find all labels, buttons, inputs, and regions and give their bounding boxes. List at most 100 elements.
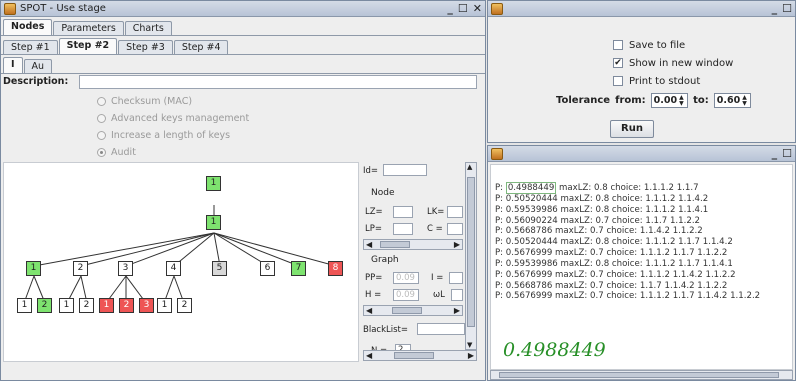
spot-use-stage-window: SPOT - Use stage _ ☐ ✕ Nodes Parameters … bbox=[0, 0, 486, 381]
result-line: P: 0.59539986 maxLZ: 0.8 choice: 1.1.1.2… bbox=[495, 258, 733, 269]
i-field[interactable] bbox=[449, 272, 463, 284]
save-to-file-checkbox[interactable]: Save to file bbox=[613, 36, 733, 54]
result-rest: maxLZ: 0.8 choice: 1.1.1.2 1.1.7 bbox=[556, 183, 699, 193]
lz-field[interactable] bbox=[393, 206, 413, 218]
tab-step-1[interactable]: Step #1 bbox=[3, 40, 58, 54]
h-field[interactable]: 0.09 bbox=[393, 289, 419, 301]
tree-node[interactable]: 2 bbox=[37, 298, 52, 313]
scroll-thumb[interactable] bbox=[394, 352, 434, 359]
tab-charts[interactable]: Charts bbox=[124, 21, 172, 35]
checkbox-icon bbox=[613, 76, 623, 86]
lk-field[interactable] bbox=[447, 206, 463, 218]
scroll-right-icon[interactable]: ▶ bbox=[454, 306, 460, 315]
tab-au[interactable]: Au bbox=[23, 59, 53, 73]
scroll-left-icon[interactable]: ◀ bbox=[366, 240, 372, 249]
scroll-right-icon[interactable]: ▶ bbox=[454, 240, 460, 249]
h-label: H = bbox=[365, 290, 382, 300]
tree-node[interactable]: 2 bbox=[79, 298, 94, 313]
from-spinner[interactable]: 0.00 ▲ ▼ bbox=[650, 93, 689, 108]
tree-node[interactable]: 2 bbox=[119, 298, 134, 313]
to-spinner[interactable]: 0.60 ▲ ▼ bbox=[713, 93, 752, 108]
tree-canvas: 1 1 1 2 3 4 5 6 7 8 1 2 1 2 1 2 3 1 2 bbox=[3, 162, 359, 362]
tree-node[interactable]: 2 bbox=[177, 298, 192, 313]
node-group-label: Node bbox=[371, 188, 395, 198]
tree-node[interactable]: 7 bbox=[291, 261, 306, 276]
title-bar: _ ☐ bbox=[488, 146, 795, 162]
radio-checksum[interactable]: Checksum (MAC) bbox=[97, 93, 249, 110]
radio-advanced-keys[interactable]: Advanced keys management bbox=[97, 110, 249, 127]
tolerance-label: Tolerance bbox=[556, 95, 611, 106]
checkbox-label: Save to file bbox=[629, 39, 686, 51]
tree-node-level1[interactable]: 1 bbox=[206, 215, 221, 230]
scroll-up-icon[interactable]: ▲ bbox=[467, 163, 472, 171]
tree-node[interactable]: 1 bbox=[17, 298, 32, 313]
maximize-icon[interactable]: ☐ bbox=[782, 2, 792, 15]
title-bar: _ ☐ bbox=[488, 1, 795, 17]
scroll-thumb[interactable] bbox=[392, 307, 422, 314]
scroll-right-icon[interactable]: ▶ bbox=[468, 351, 474, 360]
scroll-thumb[interactable] bbox=[499, 372, 779, 378]
close-icon[interactable]: ✕ bbox=[473, 2, 482, 15]
sub-panel: Description: Checksum (MAC) Advanced key… bbox=[1, 73, 485, 363]
tab-nodes[interactable]: Nodes bbox=[3, 19, 53, 35]
pp-field[interactable]: 0.09 bbox=[393, 272, 419, 284]
tab-step-4[interactable]: Step #4 bbox=[173, 40, 229, 54]
tree-node[interactable]: 1 bbox=[99, 298, 114, 313]
java-icon bbox=[491, 2, 503, 15]
minimize-icon[interactable]: _ bbox=[772, 2, 778, 15]
tab-step-2[interactable]: Step #2 bbox=[58, 38, 118, 54]
scroll-down-icon[interactable]: ▼ bbox=[467, 341, 472, 349]
id-field[interactable] bbox=[383, 164, 427, 176]
tree-node[interactable]: 2 bbox=[73, 261, 88, 276]
tab-step-3[interactable]: Step #3 bbox=[118, 40, 173, 54]
scroll-left-icon[interactable]: ◀ bbox=[366, 306, 372, 315]
maximize-icon[interactable]: ☐ bbox=[782, 147, 792, 160]
result-line: P: 0.5668786 maxLZ: 0.7 choice: 1.1.4.2 … bbox=[495, 226, 703, 237]
id-label: Id= bbox=[363, 166, 379, 176]
omega-field[interactable] bbox=[451, 289, 463, 301]
c-field[interactable] bbox=[447, 223, 463, 235]
description-input[interactable] bbox=[79, 75, 477, 89]
graph-hscrollbar[interactable]: ◀ ▶ bbox=[363, 305, 463, 316]
results-hscrollbar[interactable] bbox=[490, 370, 793, 380]
scroll-left-icon[interactable]: ◀ bbox=[366, 351, 372, 360]
spin-down-icon[interactable]: ▼ bbox=[679, 100, 685, 107]
lp-field[interactable] bbox=[393, 223, 413, 235]
radio-label: Checksum (MAC) bbox=[111, 96, 193, 107]
minimize-icon[interactable]: _ bbox=[447, 2, 453, 15]
run-button[interactable]: Run bbox=[610, 120, 654, 138]
show-in-new-window-checkbox[interactable]: ✔ Show in new window bbox=[613, 54, 733, 72]
window-title: SPOT - Use stage bbox=[20, 3, 106, 14]
properties-hscrollbar[interactable]: ◀ ▶ bbox=[363, 350, 477, 361]
scroll-thumb[interactable] bbox=[380, 241, 410, 248]
from-value[interactable]: 0.00 bbox=[654, 95, 677, 106]
properties-vscrollbar[interactable]: ▲ ▼ bbox=[465, 162, 477, 350]
tree-node[interactable]: 3 bbox=[118, 261, 133, 276]
tree-node[interactable]: 4 bbox=[166, 261, 181, 276]
to-label: to: bbox=[693, 95, 709, 106]
tree-node[interactable]: 3 bbox=[139, 298, 154, 313]
result-line: P: 0.5676999 maxLZ: 0.7 choice: 1.1.1.2 … bbox=[495, 269, 736, 280]
radio-audit[interactable]: Audit bbox=[97, 144, 249, 161]
result-line: P: 0.5676999 maxLZ: 0.7 choice: 1.1.1.2 … bbox=[495, 248, 728, 259]
tree-node[interactable]: 6 bbox=[260, 261, 275, 276]
tree-node[interactable]: 8 bbox=[328, 261, 343, 276]
to-value[interactable]: 0.60 bbox=[717, 95, 740, 106]
tree-node[interactable]: 1 bbox=[59, 298, 74, 313]
tab-i[interactable]: I bbox=[3, 57, 23, 73]
results-window: _ ☐ P: 0.4988449 maxLZ: 0.8 choice: 1.1.… bbox=[487, 145, 796, 381]
tree-node-root[interactable]: 1 bbox=[206, 176, 221, 191]
spin-down-icon[interactable]: ▼ bbox=[742, 100, 748, 107]
node-hscrollbar[interactable]: ◀ ▶ bbox=[363, 239, 463, 250]
tree-node[interactable]: 5 bbox=[212, 261, 227, 276]
tab-parameters[interactable]: Parameters bbox=[53, 21, 124, 35]
minimize-icon[interactable]: _ bbox=[772, 147, 778, 160]
print-to-stdout-checkbox[interactable]: Print to stdout bbox=[613, 72, 733, 90]
scroll-thumb[interactable] bbox=[467, 177, 475, 327]
blacklist-field[interactable] bbox=[417, 323, 465, 335]
maximize-icon[interactable]: ☐ bbox=[458, 2, 468, 15]
tree-node[interactable]: 1 bbox=[26, 261, 41, 276]
radio-increase-length[interactable]: Increase a length of keys bbox=[97, 127, 249, 144]
tree-node[interactable]: 1 bbox=[157, 298, 172, 313]
radio-dot-selected-icon bbox=[97, 148, 106, 157]
